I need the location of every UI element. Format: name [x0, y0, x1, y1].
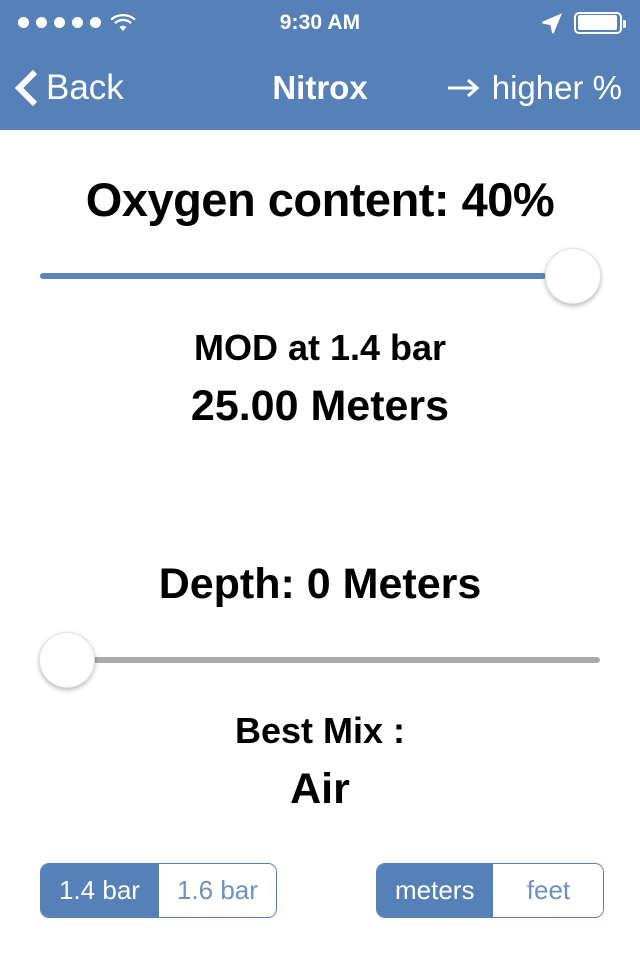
arrow-right-icon: [447, 76, 481, 100]
oxygen-slider-fill: [40, 273, 545, 279]
best-mix-label: Best Mix :: [234, 710, 406, 751]
depth-slider[interactable]: [0, 630, 640, 690]
mod-value: 25.00 Meters: [190, 382, 450, 430]
signal-dot: [90, 17, 101, 28]
signal-dot: [54, 17, 65, 28]
best-mix-value: Air: [290, 765, 350, 813]
main-content: Oxygen content: 40% MOD at 1.4 bar 25.00…: [0, 130, 640, 960]
app-screen: 9:30 AM Back Nitrox higher % Oxygen cont…: [0, 0, 640, 960]
back-button-label: Back: [46, 67, 124, 107]
oxygen-slider-thumb[interactable]: [545, 248, 601, 304]
signal-dot: [18, 17, 29, 28]
wifi-icon: [110, 13, 136, 32]
location-arrow-icon: [541, 12, 563, 34]
chevron-left-icon: [14, 69, 38, 107]
mod-label: MOD at 1.4 bar: [193, 327, 447, 368]
signal-dot: [72, 17, 83, 28]
depth-label: Depth: 0 Meters: [158, 560, 482, 608]
units-segmented-control[interactable]: meters feet: [376, 863, 605, 918]
pressure-segmented-control[interactable]: 1.4 bar 1.6 bar: [40, 863, 277, 918]
status-bar-right: [541, 11, 626, 34]
higher-percent-label: higher %: [491, 68, 622, 106]
status-bar-left: [18, 13, 136, 32]
battery-full-icon: [574, 11, 626, 34]
signal-strength-icon: [18, 17, 101, 28]
segment-meters[interactable]: meters: [377, 864, 493, 917]
oxygen-content-label: Oxygen content: 40%: [85, 173, 555, 226]
segment-feet[interactable]: feet: [492, 864, 604, 917]
signal-dot: [36, 17, 47, 28]
oxygen-content-slider[interactable]: [0, 246, 640, 306]
higher-percent-button[interactable]: higher %: [447, 69, 640, 107]
segment-1-6-bar[interactable]: 1.6 bar: [157, 864, 276, 917]
status-bar: 9:30 AM: [0, 0, 640, 45]
segment-1-4-bar[interactable]: 1.4 bar: [41, 864, 158, 917]
navigation-bar: Back Nitrox higher %: [0, 45, 640, 130]
back-button[interactable]: Back: [0, 68, 124, 108]
battery-level: [577, 15, 617, 30]
depth-slider-thumb[interactable]: [39, 632, 95, 688]
depth-slider-track[interactable]: [40, 657, 600, 663]
